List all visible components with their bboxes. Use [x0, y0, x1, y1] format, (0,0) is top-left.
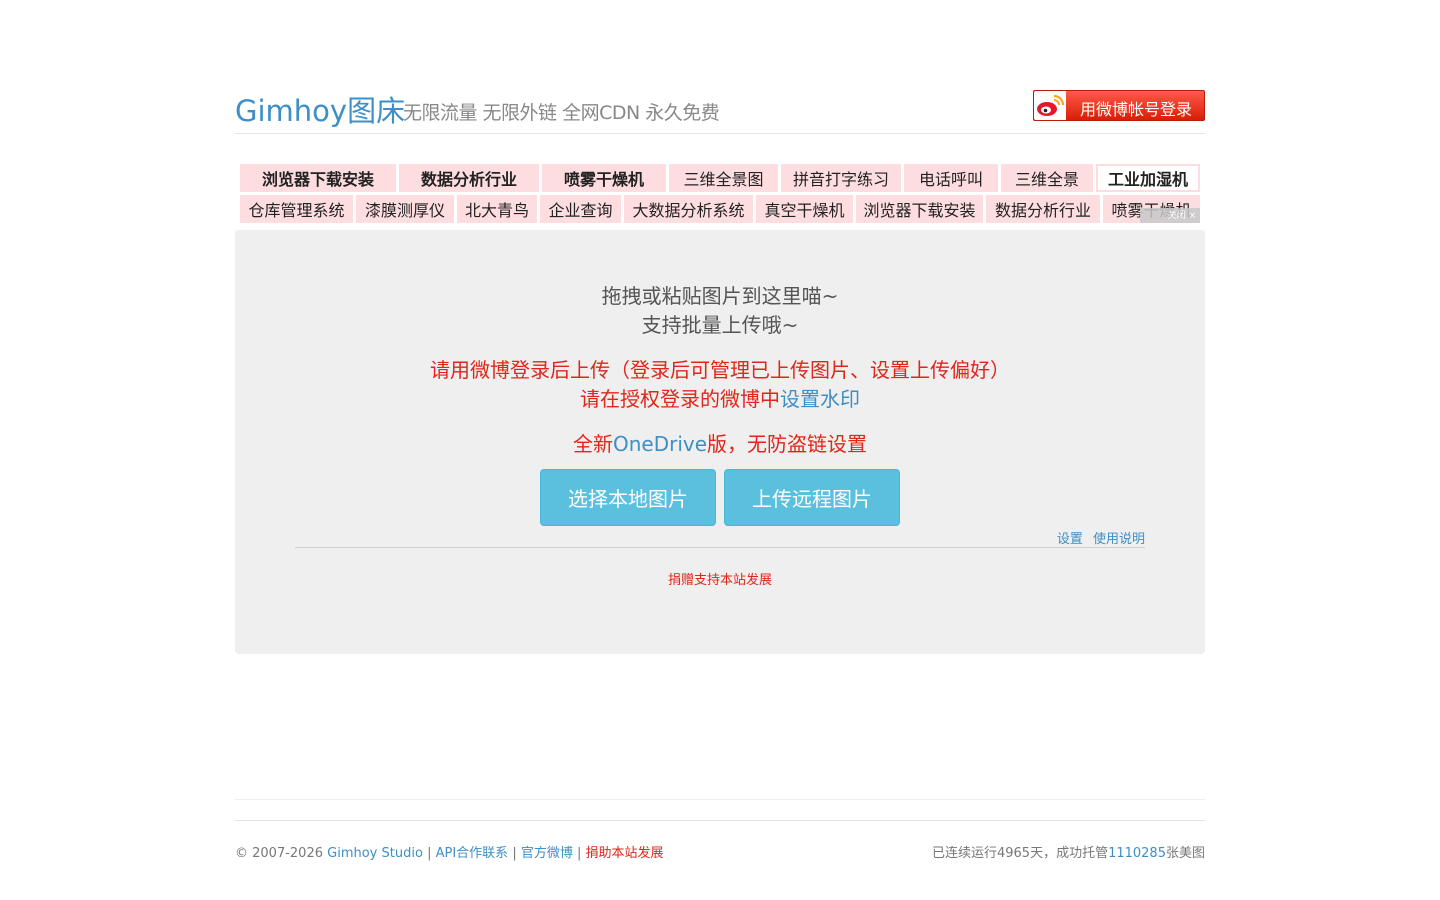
- watermark-notice: 请在授权登录的微博中设置水印: [235, 383, 1205, 412]
- ad-link[interactable]: 浏览器下载安装: [240, 164, 399, 192]
- upload-remote-button[interactable]: 上传远程图片: [724, 469, 900, 526]
- site-logo[interactable]: Gimhoy图床: [235, 88, 405, 130]
- ad-links: 浏览器下载安装 数据分析行业 喷雾干燥机 三维全景图 拼音打字练习 电话呼叫 三…: [240, 164, 1200, 226]
- weibo-logo-icon: [1034, 91, 1066, 120]
- onedrive-notice: 全新OneDrive版，无防盗链设置: [235, 428, 1205, 457]
- batch-hint: 支持批量上传哦~: [641, 313, 799, 337]
- ad-link[interactable]: 大数据分析系统: [624, 195, 756, 223]
- stats-prefix: 已连续运行4965天，成功托管: [931, 846, 1109, 861]
- footer-donate-link[interactable]: 捐助本站发展: [586, 846, 664, 861]
- ad-link[interactable]: 电话呼叫: [904, 164, 1001, 192]
- site-stats: 已连续运行4965天，成功托管1110285张美图: [932, 842, 1205, 861]
- ad-link[interactable]: 北大青鸟: [457, 195, 540, 223]
- api-link[interactable]: API合作联系: [436, 846, 509, 861]
- footer-links: © 2007-2026 Gimhoy Studio | API合作联系 | 官方…: [235, 842, 664, 861]
- footer-separator: |: [577, 846, 582, 861]
- ad-link[interactable]: 漆膜测厚仪: [356, 195, 457, 223]
- onedrive-link[interactable]: OneDrive: [613, 432, 707, 456]
- ad-link[interactable]: 喷雾干燥机: [542, 164, 669, 192]
- studio-link[interactable]: Gimhoy Studio: [327, 846, 423, 861]
- ad-row-2: 仓库管理系统 漆膜测厚仪 北大青鸟 企业查询 大数据分析系统 真空干燥机 浏览器…: [240, 195, 1200, 223]
- ad-link[interactable]: 仓库管理系统: [240, 195, 356, 223]
- site-header: Gimhoy图床 无限流量 无限外链 全网CDN 永久免费 用微博帐号登录: [235, 86, 1205, 134]
- onedrive-prefix: 全新: [572, 432, 613, 456]
- drag-hint: 拖拽或粘贴图片到这里喵~: [601, 284, 839, 308]
- ad-link[interactable]: 三维全景图: [669, 164, 781, 192]
- footer-separator: |: [512, 846, 517, 861]
- ad-link[interactable]: 真空干燥机: [756, 195, 856, 223]
- ad-close-button[interactable]: 关闭 ×: [1140, 208, 1200, 223]
- ad-link[interactable]: 三维全景: [1001, 164, 1096, 192]
- ad-link[interactable]: 数据分析行业: [986, 195, 1103, 223]
- donate-link[interactable]: 捐赠支持本站发展: [235, 569, 1205, 588]
- ad-link[interactable]: 浏览器下载安装: [856, 195, 986, 223]
- ad-link[interactable]: 拼音打字练习: [781, 164, 904, 192]
- onedrive-suffix: 版，无防盗链设置: [707, 432, 868, 456]
- panel-divider: [295, 547, 1145, 548]
- select-local-button[interactable]: 选择本地图片: [540, 469, 716, 526]
- site-slogan: 无限流量 无限外链 全网CDN 永久免费: [403, 102, 720, 124]
- stats-suffix: 张美图: [1165, 846, 1205, 861]
- weibo-login-button[interactable]: 用微博帐号登录: [1033, 90, 1205, 121]
- settings-link[interactable]: 设置: [1057, 532, 1083, 547]
- copyright-text: © 2007-2026: [235, 846, 323, 861]
- ad-link[interactable]: 企业查询: [540, 195, 624, 223]
- ad-row-1: 浏览器下载安装 数据分析行业 喷雾干燥机 三维全景图 拼音打字练习 电话呼叫 三…: [240, 164, 1200, 192]
- footer-separator: |: [427, 846, 432, 861]
- footer-divider: [235, 820, 1205, 821]
- ad-link[interactable]: 数据分析行业: [399, 164, 542, 192]
- ad-link[interactable]: 工业加湿机: [1096, 164, 1200, 192]
- upload-dropzone[interactable]: 拖拽或粘贴图片到这里喵~ 支持批量上传哦~ 请用微博登录后上传（登录后可管理已上…: [235, 230, 1205, 654]
- watermark-link[interactable]: 设置水印: [780, 387, 860, 411]
- footer-divider-top: [235, 799, 1205, 800]
- login-notice: 请用微博登录后上传（登录后可管理已上传图片、设置上传偏好）: [430, 358, 1010, 382]
- hosted-count: 1110285: [1108, 846, 1166, 861]
- official-weibo-link[interactable]: 官方微博: [521, 846, 573, 861]
- upload-tools: 设置 使用说明: [1051, 528, 1145, 547]
- weibo-login-label: 用微博帐号登录: [1080, 100, 1193, 119]
- help-link[interactable]: 使用说明: [1093, 532, 1145, 547]
- watermark-prefix: 请在授权登录的微博中: [580, 387, 780, 411]
